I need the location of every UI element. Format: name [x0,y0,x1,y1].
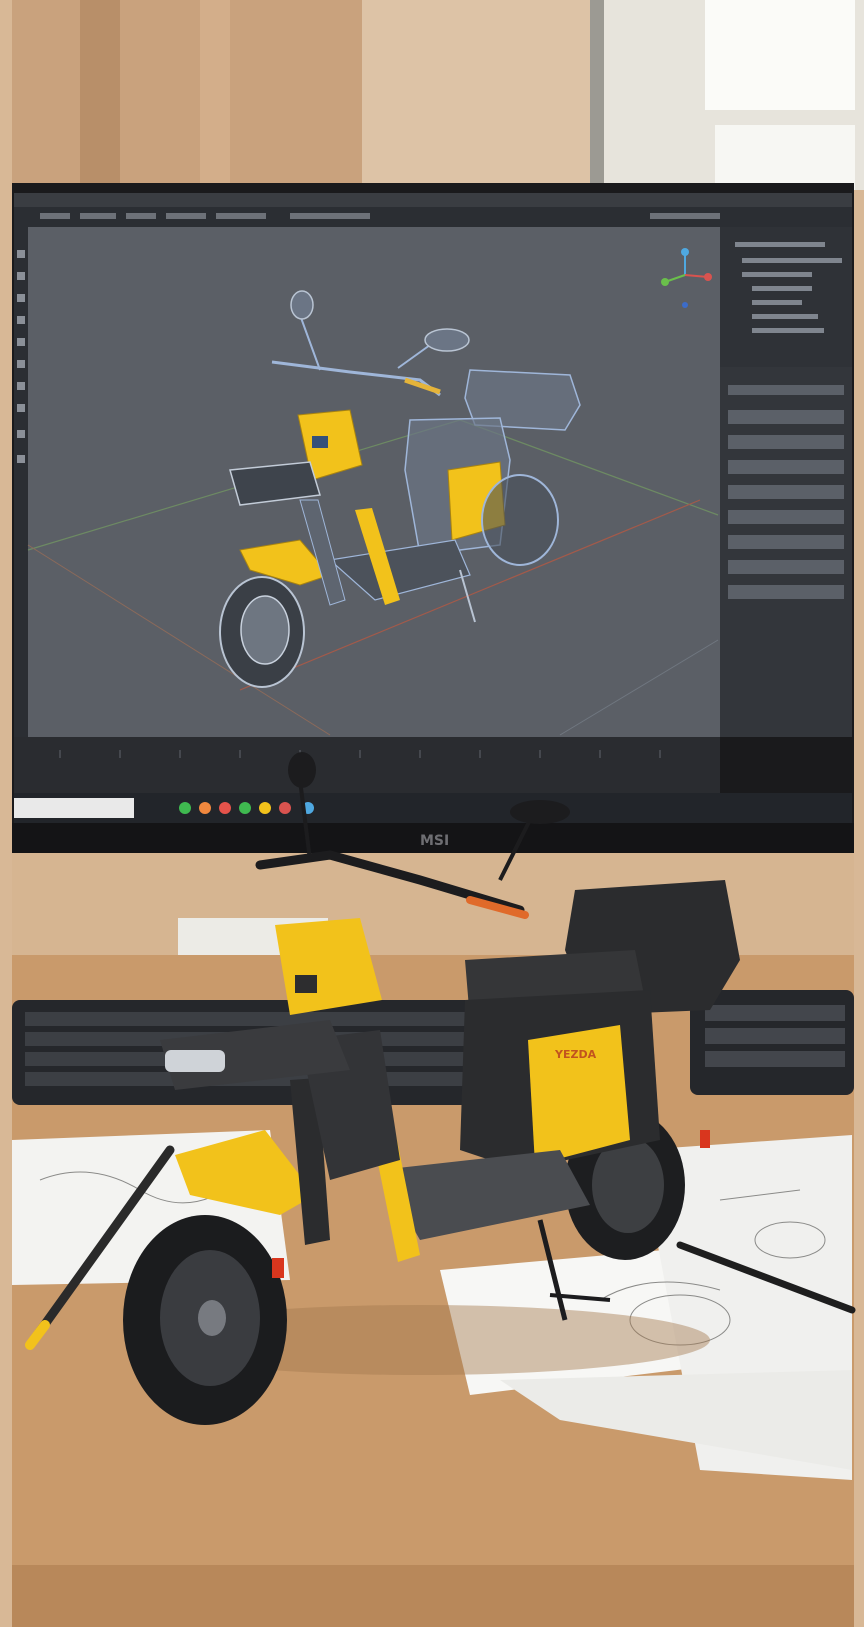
window-pane [705,0,855,110]
workspace-scene: MSI YEZDA [0,0,864,1627]
left-toolbar [14,227,28,737]
front-panel-logo [295,975,317,993]
taskbar-search[interactable] [14,798,134,818]
window-mullion [590,0,604,190]
timeline-panel[interactable] [14,737,720,793]
curtain-fold [200,0,230,190]
window-pane [715,125,855,190]
app-titlebar [14,193,852,207]
3d-viewport[interactable] [28,227,720,737]
curtain-fold [80,0,120,190]
wall-center [362,0,592,190]
outliner-panel [720,227,852,367]
physical-decal-text: YEZDA [554,1048,597,1061]
monitor-brand: MSI [420,833,449,849]
model-decal [312,436,328,448]
curtain-left [12,0,362,190]
keypad-keys [705,1005,845,1067]
headlamp [165,1050,225,1072]
taskbar [14,793,852,823]
properties-rows [728,385,844,599]
desk-edge [12,1565,854,1627]
